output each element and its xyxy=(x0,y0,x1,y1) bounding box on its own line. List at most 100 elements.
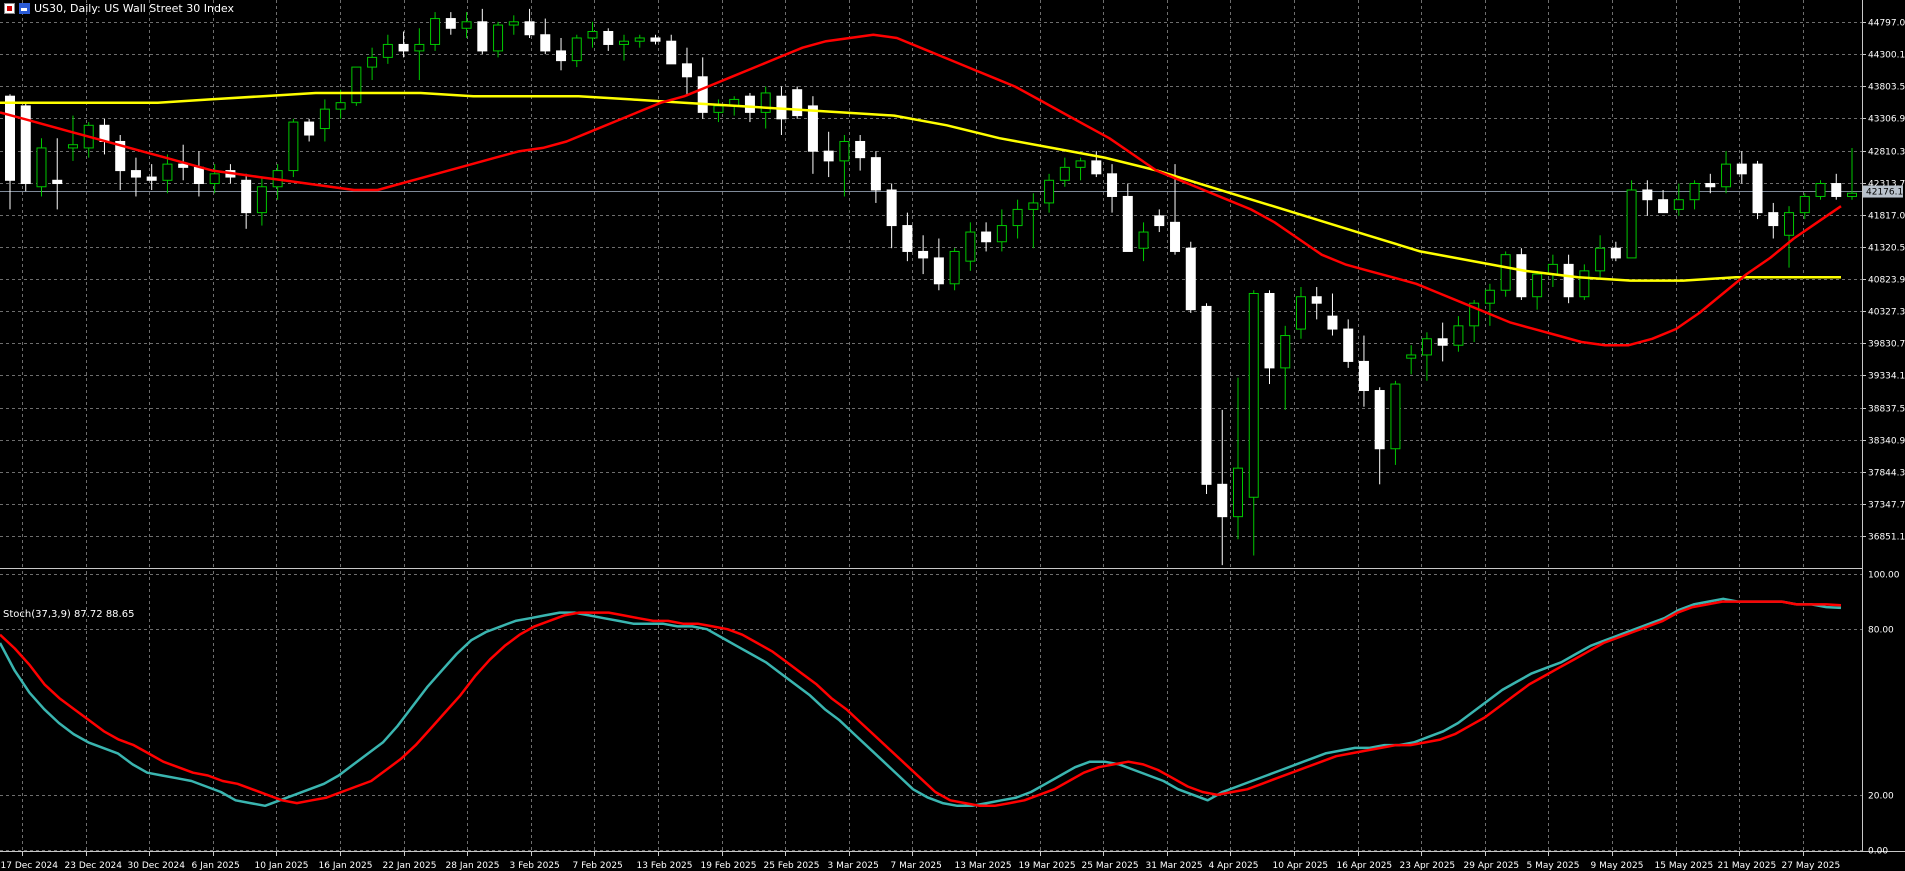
candle-body xyxy=(807,105,818,152)
candle-body xyxy=(681,63,692,78)
stoch-axis[interactable]: 100.00 80.00 20.00 0.00 xyxy=(1868,571,1900,857)
time-axis-label: 5 May 2025 xyxy=(1527,861,1580,871)
price-axis-label: 39830.7 xyxy=(1868,340,1905,350)
time-axis-label: 13 Mar 2025 xyxy=(955,861,1012,871)
time-axis-label: 19 Mar 2025 xyxy=(1019,861,1076,871)
ma-fast-line xyxy=(0,33,1842,347)
candle-body xyxy=(445,18,456,29)
chart-canvas[interactable]: 44797.044300.143803.543306.942810.342313… xyxy=(0,0,1905,871)
chart-title: US30, Daily: US Wall Street 30 Index xyxy=(34,2,235,15)
candle-body xyxy=(1311,296,1322,304)
candle-body xyxy=(933,257,944,285)
time-axis-label: 29 Apr 2025 xyxy=(1464,861,1520,871)
candle-body xyxy=(965,231,976,262)
chart-type-icon[interactable] xyxy=(19,3,30,14)
candle-body xyxy=(1752,163,1763,214)
time-axis-label: 7 Feb 2025 xyxy=(573,861,623,871)
time-axis-label: 16 Apr 2025 xyxy=(1337,861,1393,871)
candle-body xyxy=(1421,338,1432,356)
candle-body xyxy=(288,121,299,172)
chart-header: US30, Daily: US Wall Street 30 Index xyxy=(4,2,234,15)
candle-body xyxy=(256,186,267,214)
time-axis-label: 10 Apr 2025 xyxy=(1273,861,1329,871)
price-axis[interactable]: 44797.044300.143803.543306.942810.342313… xyxy=(1862,19,1905,543)
candle-body xyxy=(1295,296,1306,330)
time-axis-label: 10 Jan 2025 xyxy=(255,861,309,871)
candle-body xyxy=(1658,199,1669,214)
time-axis-label: 9 May 2025 xyxy=(1591,861,1644,871)
candle-body xyxy=(886,189,897,227)
candle-body xyxy=(1280,335,1291,369)
candle-body xyxy=(1201,305,1212,485)
candle-body xyxy=(1768,212,1779,227)
candle-body xyxy=(367,56,378,68)
candle-body xyxy=(493,24,504,52)
candle-body xyxy=(1595,247,1606,272)
candle-body xyxy=(760,92,771,113)
candle-body xyxy=(981,231,992,243)
candle-body xyxy=(619,40,629,45)
candle-body xyxy=(1406,354,1417,359)
candle-body xyxy=(67,144,78,149)
time-axis-label: 3 Feb 2025 xyxy=(510,861,560,871)
price-axis-label: 42810.3 xyxy=(1868,148,1905,158)
candle-body xyxy=(5,95,15,181)
candlestick-series xyxy=(5,8,1857,566)
time-axis-label: 23 Apr 2025 xyxy=(1400,861,1456,871)
price-axis-label: 39334.1 xyxy=(1868,372,1905,382)
candle-body xyxy=(918,250,929,259)
candle-body xyxy=(1516,254,1527,298)
candle-body xyxy=(870,157,881,191)
candle-body xyxy=(146,176,157,181)
candle-body xyxy=(162,163,173,181)
candle-body xyxy=(1673,199,1684,210)
chart-window-icon[interactable] xyxy=(4,3,15,14)
time-axis-label: 15 May 2025 xyxy=(1655,861,1714,871)
price-axis-label: 36851.1 xyxy=(1868,533,1905,543)
candle-body xyxy=(477,21,488,52)
candle-body xyxy=(414,43,425,52)
candle-body xyxy=(1705,183,1716,188)
candle-body xyxy=(1799,195,1810,214)
candle-body xyxy=(1390,383,1401,450)
candle-body xyxy=(839,140,850,162)
candle-body xyxy=(52,179,63,185)
stoch-axis-label: 100.00 xyxy=(1868,571,1900,581)
stoch-indicator-label: Stoch(37,3,9) 87.72 88.65 xyxy=(3,609,135,620)
price-axis-label: 41817.0 xyxy=(1868,212,1905,222)
candle-body xyxy=(1122,195,1133,252)
time-axis-label: 30 Dec 2024 xyxy=(128,861,186,871)
candle-body xyxy=(1784,212,1795,236)
candle-body xyxy=(1642,189,1653,201)
time-axis[interactable]: 17 Dec 2024 23 Dec 2024 30 Dec 2024 6 Jan 2… xyxy=(1,852,1841,871)
price-axis-label: 37347.7 xyxy=(1868,501,1905,511)
candle-body xyxy=(241,179,252,214)
candle-body xyxy=(1437,338,1448,346)
candle-body xyxy=(1012,208,1023,227)
candle-body xyxy=(1233,467,1243,518)
moving-average-lines xyxy=(0,33,1842,347)
candle-body xyxy=(1264,292,1275,369)
candle-body xyxy=(823,150,834,162)
candle-body xyxy=(1626,189,1637,259)
time-axis-label: 28 Jan 2025 xyxy=(446,861,500,871)
stoch-axis-label: 0.00 xyxy=(1868,847,1888,857)
time-axis-label: 16 Jan 2025 xyxy=(319,861,373,871)
price-axis-label: 41320.5 xyxy=(1868,244,1905,254)
time-axis-label: 25 Mar 2025 xyxy=(1082,861,1139,871)
candle-body xyxy=(996,225,1007,243)
time-axis-label: 17 Dec 2024 xyxy=(1,861,59,871)
candle-body xyxy=(1044,179,1055,204)
current-price-label: 42176.1 xyxy=(1866,188,1903,198)
candle-body xyxy=(1563,263,1574,298)
candle-body xyxy=(1154,215,1165,227)
candle-body xyxy=(398,43,409,52)
price-axis-label: 43803.5 xyxy=(1868,83,1905,93)
candle-body xyxy=(508,21,519,26)
candle-body xyxy=(902,225,913,252)
candle-body xyxy=(571,37,582,62)
price-axis-label: 44300.1 xyxy=(1868,51,1905,61)
price-axis-label: 38340.9 xyxy=(1868,437,1905,447)
candle-body xyxy=(650,37,661,42)
time-axis-label: 4 Apr 2025 xyxy=(1209,861,1259,871)
